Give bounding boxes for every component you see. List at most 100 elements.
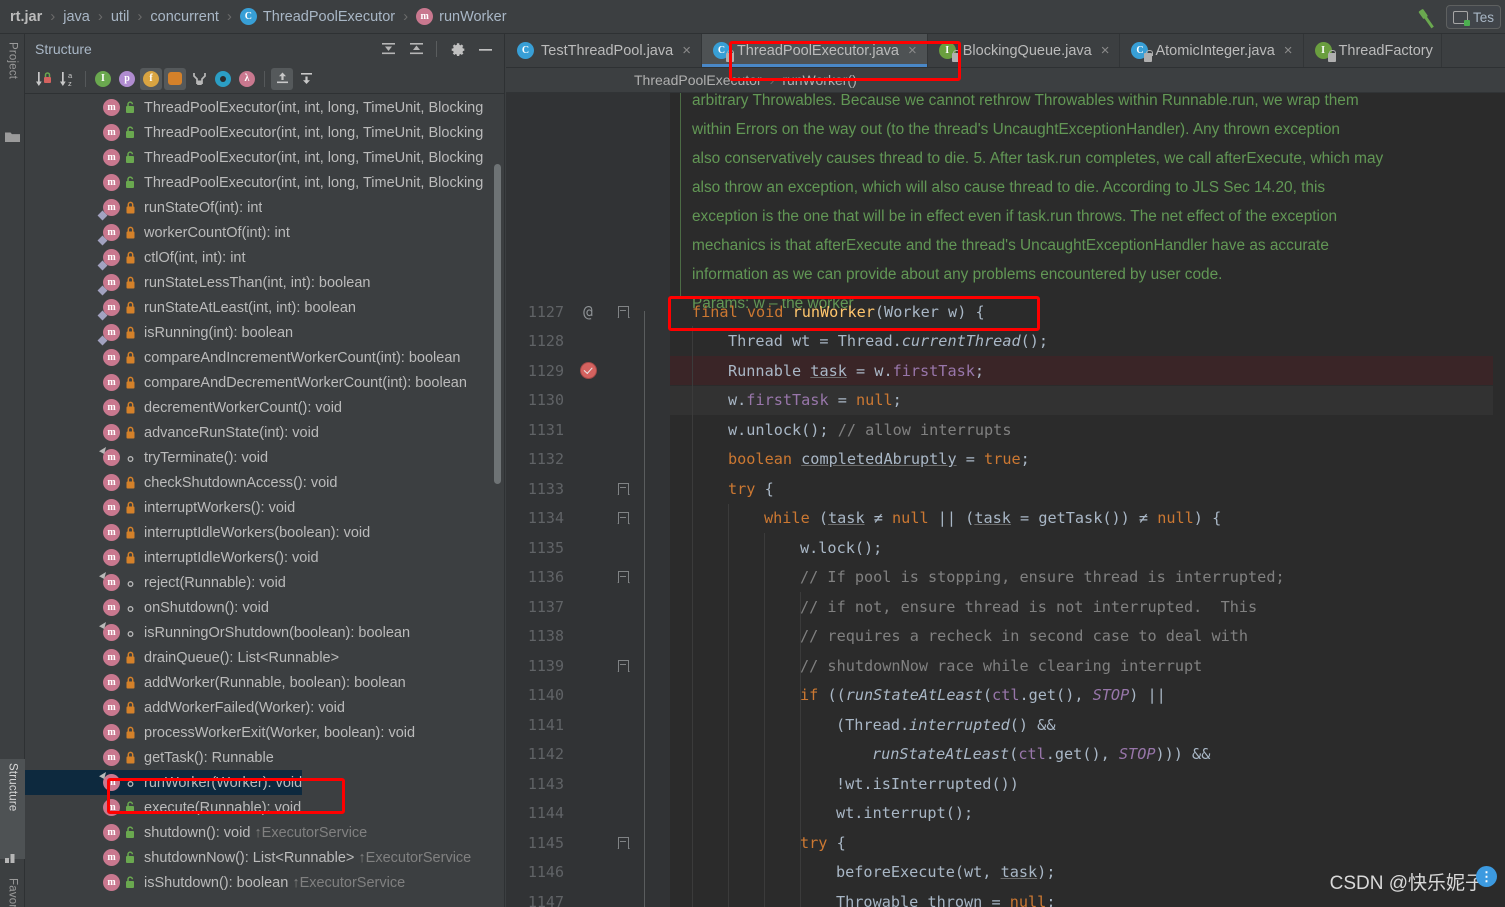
gutter-line[interactable]: 1133 xyxy=(506,474,670,503)
code-line[interactable]: w.unlock(); // allow interrupts xyxy=(670,415,1505,444)
editor-gutter[interactable]: 1127 @1128 1129 1130 1131 1132 1133 1134 1135 113… xyxy=(506,93,670,907)
tree-item[interactable]: m isRunning(int): boolean xyxy=(25,320,293,345)
tree-item[interactable]: m ThreadPoolExecutor(int, int, long, Time… xyxy=(25,145,483,170)
code-fold-icon[interactable] xyxy=(608,512,638,524)
gutter-line[interactable]: 1147 xyxy=(506,887,670,907)
code-line[interactable]: (Thread. interrupted() && xyxy=(670,710,1505,739)
tree-item[interactable]: m interruptIdleWorkers(): void xyxy=(25,545,319,570)
tree-item[interactable]: m compareAndIncrementWorkerCount(int): bo… xyxy=(25,345,460,370)
tree-item[interactable]: m addWorker(Runnable, boolean): boolean xyxy=(25,670,406,695)
close-icon[interactable]: × xyxy=(1282,43,1295,58)
breadcrumb-item-java[interactable]: java xyxy=(63,9,90,25)
gutter-line[interactable]: 1139 xyxy=(506,651,670,680)
show-fields-icon[interactable]: f xyxy=(140,67,162,90)
build-hammer-icon[interactable] xyxy=(1412,4,1438,30)
tree-item[interactable]: m addWorkerFailed(Worker): void xyxy=(25,695,345,720)
tree-item[interactable]: m checkShutdownAccess(): void xyxy=(25,470,337,495)
editor-tab-threadpoolexecutor-java[interactable]: C ThreadPoolExecutor.java × xyxy=(701,34,928,67)
code-text[interactable]: final void runWorker(Worker w) {Thread w… xyxy=(670,93,1505,907)
code-line[interactable]: // If pool is stopping, ensure thread is… xyxy=(670,563,1505,592)
tree-item[interactable]: m isShutdown(): boolean ↑ExecutorService xyxy=(25,870,405,895)
collapse-all-icon[interactable] xyxy=(403,36,429,62)
code-fold-icon[interactable] xyxy=(608,659,638,672)
tree-item[interactable]: m isRunningOrShutdown(boolean): boolean xyxy=(25,620,410,645)
gutter-line[interactable]: 1134 xyxy=(506,504,670,533)
gutter-line[interactable]: 1143 xyxy=(506,769,670,798)
close-icon[interactable]: × xyxy=(906,43,919,58)
tree-item[interactable]: m shutdownNow(): List<Runnable> ↑Executor… xyxy=(25,845,471,870)
tree-item[interactable]: m compareAndDecrementWorkerCount(int): bo… xyxy=(25,370,467,395)
breadcrumb-item-runworker[interactable]: m runWorker xyxy=(416,8,507,25)
gutter-line[interactable]: 1132 xyxy=(506,445,670,474)
code-fold-icon[interactable] xyxy=(608,305,638,318)
autoscroll-to-source-icon[interactable] xyxy=(271,67,293,90)
tool-window-button-favorites[interactable]: Favorites xyxy=(0,874,25,907)
tree-item[interactable]: m tryTerminate(): void xyxy=(25,445,268,470)
tree-item-selected[interactable]: m runWorker(Worker): void xyxy=(25,770,303,795)
gutter-line[interactable]: 1137 xyxy=(506,592,670,621)
code-fold-icon[interactable] xyxy=(608,571,638,583)
tree-item[interactable]: m ThreadPoolExecutor(int, int, long, Time… xyxy=(25,170,483,195)
tree-item[interactable]: m getTask(): Runnable xyxy=(25,745,274,770)
code-line[interactable]: wt.interrupt(); xyxy=(670,799,1505,828)
expand-all-icon[interactable] xyxy=(375,36,401,62)
tool-window-button-structure[interactable]: Structure xyxy=(0,759,25,859)
code-line[interactable]: if ((runStateAtLeast(ctl .get(), STOP) || xyxy=(670,681,1505,710)
code-line[interactable]: while (task ≠ null || (task = getTask())… xyxy=(670,504,1505,533)
tree-item[interactable]: m drainQueue(): List<Runnable> xyxy=(25,645,339,670)
gutter-line[interactable]: 1140 xyxy=(506,681,670,710)
code-line[interactable]: try { xyxy=(670,474,1505,503)
breadcrumb-item-rt-jar[interactable]: rt.jar xyxy=(10,9,42,25)
tree-item[interactable]: m ctlOf(int, int): int xyxy=(25,245,246,270)
gutter-line[interactable]: 1127 @ xyxy=(506,297,670,326)
tool-window-button-project[interactable]: Project xyxy=(0,38,25,124)
code-line[interactable]: final void runWorker(Worker w) { xyxy=(670,297,1505,326)
structure-tree[interactable]: m ThreadPoolExecutor(int, int, long, Time… xyxy=(25,95,505,907)
code-line[interactable]: // shutdownNow race while clearing inter… xyxy=(670,651,1505,680)
editor-tab-testthreadpool-java[interactable]: C TestThreadPool.java × xyxy=(506,34,702,67)
code-fold-icon[interactable] xyxy=(608,482,638,495)
show-lambdas-icon[interactable]: λ xyxy=(236,68,258,90)
gutter-line[interactable]: 1128 xyxy=(506,327,670,356)
tree-item[interactable]: m execute(Runnable): void xyxy=(25,795,301,820)
annotation-marker-icon[interactable]: @ xyxy=(568,302,608,321)
run-configuration-selector[interactable]: Tes xyxy=(1445,5,1501,29)
gutter-line[interactable]: 1131 xyxy=(506,415,670,444)
tree-item[interactable]: m processWorkerExit(Worker, boolean): voi… xyxy=(25,720,415,745)
code-fold-icon[interactable] xyxy=(608,836,638,849)
editor-breadcrumb-class[interactable]: ThreadPoolExecutor xyxy=(634,72,762,88)
tree-item[interactable]: m runStateAtLeast(int, int): boolean xyxy=(25,295,356,320)
tree-item[interactable]: m decrementWorkerCount(): void xyxy=(25,395,342,420)
code-line[interactable]: w.lock(); xyxy=(670,533,1505,562)
code-line[interactable]: boolean completedAbruptly = true; xyxy=(670,445,1505,474)
gutter-line[interactable]: 1138 xyxy=(506,622,670,651)
tree-item[interactable]: m interruptIdleWorkers(boolean): void xyxy=(25,520,370,545)
editor-tab-atomicinteger-java[interactable]: C AtomicInteger.java × xyxy=(1120,34,1304,67)
gutter-line[interactable]: 1146 xyxy=(506,858,670,887)
tree-item[interactable]: m runStateLessThan(int, int): boolean xyxy=(25,270,371,295)
tree-item[interactable]: m shutdown(): void ↑ExecutorService xyxy=(25,820,367,845)
autoscroll-from-source-icon[interactable] xyxy=(295,68,317,90)
breadcrumb-item-util[interactable]: util xyxy=(111,9,130,25)
code-line[interactable]: // if not, ensure thread is not interrup… xyxy=(670,592,1505,621)
editor-breadcrumb-method[interactable]: runWorker() xyxy=(782,72,856,88)
sort-alphabetically-icon[interactable]: a z xyxy=(57,68,79,90)
code-line[interactable]: // requires a recheck in second case to … xyxy=(670,622,1505,651)
editor-scrollbar[interactable] xyxy=(1493,93,1505,907)
show-non-public-lock-icon[interactable] xyxy=(164,67,186,90)
tree-item[interactable]: m interruptWorkers(): void xyxy=(25,495,295,520)
gutter-line[interactable]: 1129 xyxy=(506,356,670,385)
hide-panel-icon[interactable] xyxy=(472,36,498,62)
structure-scrollbar[interactable] xyxy=(494,164,501,484)
breadcrumb-item-concurrent[interactable]: concurrent xyxy=(150,9,219,25)
tree-item[interactable]: m workerCountOf(int): int xyxy=(25,220,290,245)
gutter-line[interactable]: 1136 xyxy=(506,563,670,592)
code-editor[interactable]: 1127 @1128 1129 1130 1131 1132 1133 1134 1135 113… xyxy=(506,93,1505,907)
show-interfaces-icon[interactable] xyxy=(212,68,234,90)
tree-item[interactable]: m advanceRunState(int): void xyxy=(25,420,319,445)
code-line[interactable]: Runnable task = w. firstTask; xyxy=(670,356,1505,385)
tree-item[interactable]: m ThreadPoolExecutor(int, int, long, Time… xyxy=(25,95,483,120)
sort-by-visibility-icon[interactable] xyxy=(33,68,55,90)
show-properties-icon[interactable]: p xyxy=(116,68,138,90)
editor-tab-threadfactory[interactable]: I ThreadFactory xyxy=(1304,34,1442,67)
